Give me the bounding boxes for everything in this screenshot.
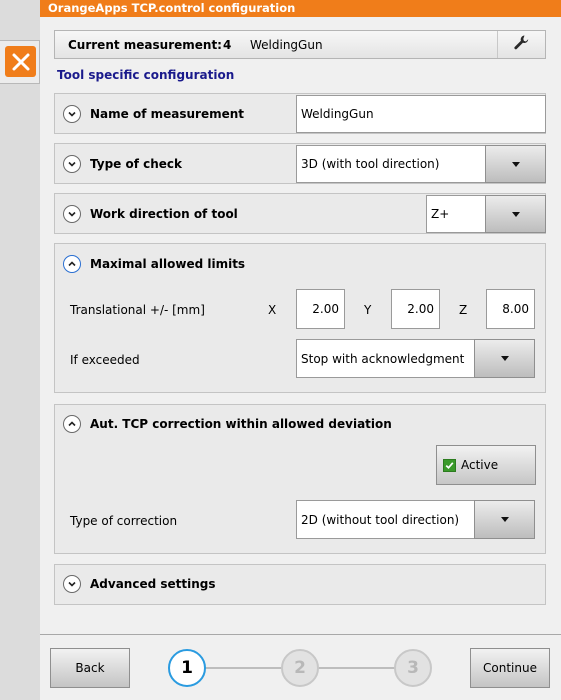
- measurement-name: WeldingGun: [250, 38, 323, 52]
- check-panel: Type of check 3D (with tool direction): [54, 143, 546, 184]
- chevron-down-icon: [68, 161, 76, 167]
- caret-down-icon: [511, 161, 520, 167]
- limits-label: Maximal allowed limits: [90, 257, 246, 271]
- y-input[interactable]: 2.00: [391, 289, 440, 329]
- chevron-up-icon: [68, 421, 76, 427]
- y-label: Y: [364, 303, 372, 317]
- correction-label: Aut. TCP correction within allowed devia…: [90, 417, 392, 431]
- step-2[interactable]: 2: [281, 649, 319, 687]
- z-label: Z: [459, 303, 468, 317]
- exceeded-label: If exceeded: [70, 353, 140, 367]
- check-dropdown-button[interactable]: [485, 145, 546, 183]
- expand-check-button[interactable]: [63, 155, 81, 173]
- check-label: Type of check: [90, 157, 183, 171]
- advanced-panel: Advanced settings: [54, 564, 546, 605]
- correction-type-dropdown-button[interactable]: [474, 500, 535, 539]
- correction-type-label: Type of correction: [70, 514, 178, 528]
- close-button[interactable]: [0, 40, 40, 84]
- exceeded-select[interactable]: Stop with acknowledgment: [296, 339, 476, 378]
- check-select[interactable]: 3D (with tool direction): [296, 145, 486, 183]
- left-strip: [0, 0, 40, 700]
- expand-name-button[interactable]: [63, 105, 81, 123]
- name-panel: Name of measurement WeldingGun: [54, 93, 546, 134]
- name-input[interactable]: WeldingGun: [296, 95, 546, 133]
- section-title: Tool specific configuration: [57, 68, 235, 82]
- x-label: X: [268, 303, 277, 317]
- z-input[interactable]: 8.00: [486, 289, 535, 329]
- wrench-icon: [513, 34, 531, 55]
- correction-type-select[interactable]: 2D (without tool direction): [296, 500, 476, 539]
- name-label: Name of measurement: [90, 107, 245, 121]
- step-3[interactable]: 3: [394, 649, 432, 687]
- collapse-limits-button[interactable]: [63, 255, 81, 273]
- window-title: OrangeApps TCP.control configuration: [40, 0, 561, 17]
- direction-select[interactable]: Z+: [426, 195, 486, 233]
- direction-label: Work direction of tool: [90, 207, 238, 221]
- caret-down-icon: [500, 517, 509, 522]
- checkbox-checked-icon: [443, 458, 456, 472]
- close-icon: [5, 46, 36, 77]
- advanced-label: Advanced settings: [90, 577, 216, 591]
- continue-button[interactable]: Continue: [470, 648, 550, 688]
- expand-direction-button[interactable]: [63, 205, 81, 223]
- measurement-number: 4: [223, 38, 232, 52]
- correction-panel: Aut. TCP correction within allowed devia…: [54, 404, 546, 554]
- measurement-header: Current measurement: 4 WeldingGun: [54, 30, 546, 59]
- caret-down-icon: [511, 211, 520, 217]
- collapse-correction-button[interactable]: [63, 415, 81, 433]
- translational-label: Translational +/- [mm]: [70, 303, 205, 317]
- back-button[interactable]: Back: [50, 648, 130, 688]
- chevron-down-icon: [68, 581, 76, 587]
- caret-down-icon: [500, 356, 509, 361]
- chevron-up-icon: [68, 261, 76, 267]
- expand-advanced-button[interactable]: [63, 575, 81, 593]
- exceeded-dropdown-button[interactable]: [474, 339, 535, 378]
- wrench-button[interactable]: [497, 31, 545, 58]
- active-toggle-button[interactable]: Active: [436, 445, 536, 485]
- active-label: Active: [461, 458, 499, 472]
- chevron-down-icon: [68, 211, 76, 217]
- direction-panel: Work direction of tool Z+: [54, 193, 546, 234]
- current-measurement-label: Current measurement:: [68, 38, 222, 52]
- direction-dropdown-button[interactable]: [485, 195, 546, 233]
- chevron-down-icon: [68, 111, 76, 117]
- x-input[interactable]: 2.00: [296, 289, 345, 329]
- limits-panel: Maximal allowed limits Translational +/-…: [54, 243, 546, 393]
- config-window: OrangeApps TCP.control configuration Cur…: [40, 0, 561, 700]
- step-1[interactable]: 1: [168, 649, 206, 687]
- footer-divider: [40, 634, 561, 635]
- step-connector: [205, 667, 285, 669]
- step-connector: [318, 667, 398, 669]
